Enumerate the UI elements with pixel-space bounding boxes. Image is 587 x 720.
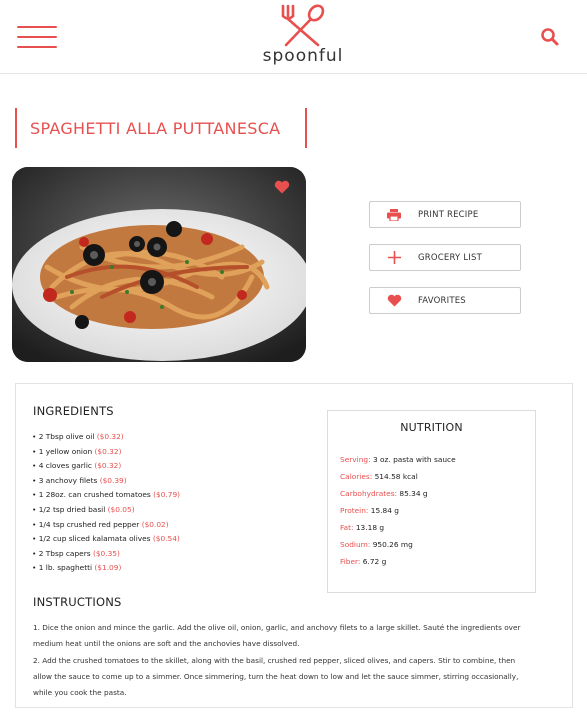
- favorites-label: FAVORITES: [418, 295, 466, 306]
- list-item: • 1 28oz. can crushed tomatoes ($0.79): [32, 490, 181, 500]
- list-item: • 1/4 tsp crushed red pepper ($0.02): [32, 519, 169, 529]
- instructions-title: INSTRUCTIONS: [33, 595, 122, 609]
- heart-icon: [370, 294, 418, 307]
- recipe-photo: [12, 167, 306, 362]
- site-header: spoonful: [0, 0, 587, 74]
- price: ($0.32): [94, 446, 122, 456]
- price: ($0.02): [141, 519, 169, 529]
- printer-icon: [370, 208, 418, 221]
- nutrition-row: Fat: 13.18 g: [340, 523, 385, 532]
- price: ($0.05): [107, 504, 135, 514]
- instructions-list: 1. Dice the onion and mince the garlic. …: [33, 620, 533, 702]
- price: ($0.35): [92, 548, 120, 558]
- list-item: • 1/2 tsp dried basil ($0.05): [32, 504, 135, 514]
- nutrition-row: Fiber: 6.72 g: [340, 557, 387, 566]
- list-item: • 2 Tbsp capers ($0.35): [32, 548, 120, 558]
- instruction-step: 1. Dice the onion and mince the garlic. …: [33, 623, 521, 648]
- search-icon[interactable]: [540, 27, 560, 47]
- list-item: • 4 cloves garlic ($0.32): [32, 461, 122, 471]
- price: ($0.32): [96, 432, 124, 441]
- print-recipe-button[interactable]: PRINT RECIPE: [369, 201, 521, 228]
- price: ($0.32): [94, 461, 122, 471]
- print-recipe-label: PRINT RECIPE: [418, 209, 479, 220]
- grocery-list-button[interactable]: GROCERY LIST: [369, 244, 521, 271]
- grocery-list-label: GROCERY LIST: [418, 252, 482, 263]
- instruction-step: 2. Add the crushed tomatoes to the skill…: [33, 656, 519, 697]
- favorite-heart-icon[interactable]: [274, 180, 290, 194]
- ingredients-title: INGREDIENTS: [33, 404, 114, 418]
- price: ($0.79): [153, 490, 181, 500]
- nutrition-title: NUTRITION: [400, 421, 463, 434]
- nutrition-row: Serving: 3 oz. pasta with sauce: [340, 455, 456, 464]
- list-item: • 1/2 cup sliced kalamata olives ($0.54): [32, 534, 180, 544]
- nutrition-row: Calories: 514.58 kcal: [340, 472, 418, 481]
- plus-icon: [370, 251, 418, 264]
- nutrition-box: NUTRITION Serving: 3 oz. pasta with sauc…: [327, 410, 536, 593]
- list-item: • 1 lb. spaghetti ($1.09): [32, 563, 122, 573]
- nutrition-list: Serving: 3 oz. pasta with sauce Calories…: [340, 451, 456, 570]
- site-logo[interactable]: spoonful: [258, 2, 348, 72]
- price: ($0.39): [99, 475, 127, 485]
- recipe-title: SPAGHETTI ALLA PUTTANESCA: [30, 118, 281, 138]
- nutrition-row: Sodium: 950.26 mg: [340, 540, 413, 549]
- hamburger-icon[interactable]: [17, 26, 57, 48]
- list-item: • 1 yellow onion ($0.32): [32, 446, 122, 456]
- logo-text: spoonful: [262, 46, 344, 66]
- recipe-title-box: SPAGHETTI ALLA PUTTANESCA: [15, 108, 307, 148]
- price: ($0.54): [152, 534, 180, 544]
- fork-spoon-icon: [281, 4, 325, 47]
- list-item: • 2 Tbsp olive oil ($0.32): [32, 432, 124, 441]
- favorites-button[interactable]: FAVORITES: [369, 287, 521, 314]
- list-item: • 3 anchovy filets ($0.39): [32, 475, 127, 485]
- nutrition-row: Protein: 15.84 g: [340, 506, 399, 515]
- nutrition-row: Carbohydrates: 85.34 g: [340, 489, 428, 498]
- price: ($1.09): [94, 563, 122, 573]
- ingredients-list: • 2 Tbsp olive oil ($0.32) • 1 yellow on…: [32, 430, 302, 576]
